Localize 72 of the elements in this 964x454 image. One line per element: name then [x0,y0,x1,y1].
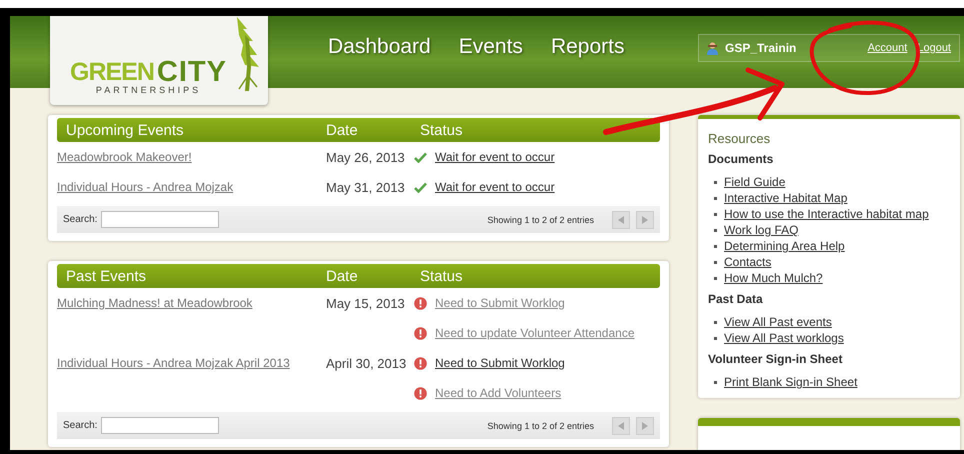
right-triangle-icon [642,216,648,224]
status-link[interactable]: Need to Add Volunteers [435,386,562,400]
previous-page-button[interactable] [612,210,630,228]
left-triangle-icon [618,422,624,430]
event-link[interactable]: Mulching Madness! at Meadowbrook [57,296,252,310]
previous-page-button[interactable] [612,416,630,434]
column-header: Date [326,268,359,284]
resource-link[interactable]: Print Blank Sign-in Sheet [724,374,858,390]
bullet-icon [714,320,717,324]
column-header: Date [326,122,359,138]
status-link[interactable]: Need to Submit Worklog [435,296,565,310]
user-icon [707,42,718,54]
status-link[interactable]: Wait for event to occur [435,180,555,194]
right-triangle-icon [642,422,648,430]
entries-info: Showing 1 to 2 of 2 entries [487,214,594,224]
bullet-icon [714,276,717,280]
resource-link[interactable]: View All Past events [724,314,832,330]
left-triangle-icon [618,216,624,224]
nav-link[interactable]: Reports [550,35,624,59]
resource-link[interactable]: Determining Area Help [724,238,845,254]
search-field[interactable] [101,211,220,228]
bullet-icon [714,260,717,264]
section-heading: Past Data [708,292,764,306]
checkmark-icon [414,182,427,192]
search-label: Search: [63,214,98,225]
event-date: May 31, 2013 [326,180,405,194]
alert-icon [414,296,427,310]
nav-link[interactable]: Events [458,35,523,59]
bullet-icon [714,196,717,200]
next-page-button[interactable] [636,210,654,228]
resource-link[interactable]: View All Past worklogs [724,330,844,346]
status-link[interactable]: Need to update Volunteer Attendance [435,326,634,340]
user-name: GSP_Trainin [725,41,796,55]
bullet-icon [714,228,717,232]
checkmark-icon [414,152,427,162]
status-link[interactable]: Wait for event to occur [435,150,555,164]
bullet-icon [714,336,717,340]
resource-link[interactable]: How Much Mulch? [724,270,823,286]
table-title: Past Events [65,268,148,284]
panel-title: Resources [708,131,772,146]
bullet-icon [714,180,717,184]
status-link[interactable]: Need to Submit Worklog [435,356,565,370]
alert-icon [414,356,427,370]
alert-icon [414,386,427,400]
search-label: Search: [63,420,98,431]
resource-link[interactable]: Field Guide [724,174,786,190]
logo-tagline: PARTNERSHIPS [96,85,202,95]
resource-link[interactable]: How to use the Interactive habitat map [724,206,929,222]
alert-icon [414,326,427,340]
event-link[interactable]: Individual Hours - Andrea Mojzak April 2013 [57,356,290,370]
column-header: Status [420,122,464,138]
resource-link[interactable]: Interactive Habitat Map [724,190,848,206]
search-field[interactable] [101,417,220,434]
column-header: Status [420,268,464,284]
logo-word: GREEN [70,59,154,85]
nav-link[interactable]: Dashboard [328,35,431,59]
bullet-icon [714,212,717,216]
table-title: Upcoming Events [65,122,185,138]
event-link[interactable]: Meadowbrook Makeover! [57,150,192,164]
event-date: May 26, 2013 [326,150,405,164]
logo-word: CITY [156,59,227,85]
entries-info: Showing 1 to 2 of 2 entries [487,420,594,430]
event-link[interactable]: Individual Hours - Andrea Mojzak [57,180,234,194]
section-heading: Volunteer Sign-in Sheet [708,352,844,366]
section-heading: Documents [708,152,774,166]
bullet-icon [714,380,717,384]
resource-link[interactable]: Work log FAQ [724,222,798,238]
resource-link[interactable]: Contacts [724,254,772,270]
event-date: April 30, 2013 [326,356,406,370]
bullet-icon [714,244,717,248]
next-page-button[interactable] [636,416,654,434]
event-date: May 15, 2013 [326,296,405,310]
